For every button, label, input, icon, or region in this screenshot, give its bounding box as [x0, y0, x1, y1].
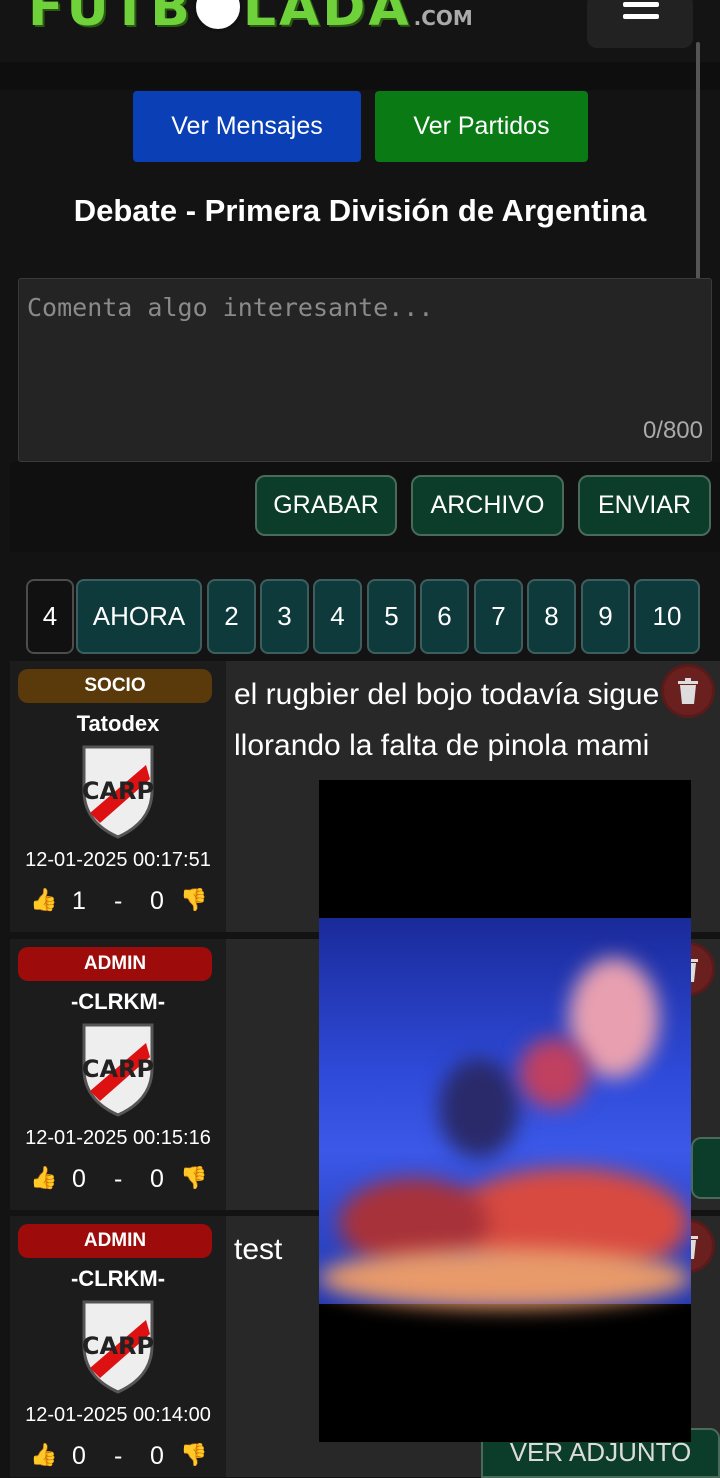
post-date: 12-01-2025 00:17:51: [25, 849, 211, 871]
page-button-10[interactable]: 10: [634, 579, 700, 654]
dislike-count: 0: [150, 1442, 164, 1470]
river-plate-crest-icon: CARP: [82, 745, 154, 839]
hamburger-icon: [623, 2, 659, 7]
post-author-panel: SOCIO Tatodex CARP 12-01-2025 00:17:51 👍…: [10, 661, 226, 932]
page-now-button[interactable]: AHORA: [76, 579, 202, 654]
vote-bar: 👍 0 - 0 👎: [30, 1442, 210, 1472]
role-badge: ADMIN: [18, 947, 212, 981]
svg-text:CARP: CARP: [82, 777, 154, 805]
page-button-7[interactable]: 7: [474, 579, 523, 654]
video-player[interactable]: [319, 780, 691, 1442]
role-badge: SOCIO: [18, 669, 212, 703]
page-button-5[interactable]: 5: [367, 579, 416, 654]
menu-button[interactable]: [587, 0, 693, 48]
river-plate-crest-icon: CARP: [82, 1300, 154, 1394]
record-button[interactable]: GRABAR: [255, 475, 397, 536]
post-author-panel: ADMIN -CLRKM- CARP 12-01-2025 00:14:00 👍…: [10, 1216, 226, 1477]
role-badge: ADMIN: [18, 1224, 212, 1258]
view-messages-button[interactable]: Ver Mensajes: [133, 91, 361, 162]
page-button-8[interactable]: 8: [527, 579, 576, 654]
like-count: 0: [72, 1165, 86, 1193]
view-matches-button[interactable]: Ver Partidos: [375, 91, 588, 162]
dislike-count: 0: [150, 1165, 164, 1193]
attachment-button-partial[interactable]: [691, 1137, 720, 1199]
like-count: 1: [72, 887, 86, 915]
dislike-count: 0: [150, 887, 164, 915]
page-button-2[interactable]: 2: [207, 579, 256, 654]
vote-bar: 👍 1 - 0 👎: [30, 887, 210, 917]
trash-icon: [678, 678, 698, 704]
page-button-9[interactable]: 9: [581, 579, 630, 654]
thumbs-down-icon[interactable]: 👎: [180, 887, 207, 913]
username[interactable]: Tatodex: [10, 711, 226, 737]
post-date: 12-01-2025 00:15:16: [25, 1127, 211, 1149]
svg-text:CARP: CARP: [82, 1055, 154, 1083]
svg-text:CARP: CARP: [82, 1332, 154, 1360]
vote-separator: -: [114, 1165, 123, 1193]
username[interactable]: -CLRKM-: [10, 1266, 226, 1292]
comment-placeholder: Comenta algo interesante...: [27, 293, 434, 322]
page-button-6[interactable]: 6: [420, 579, 469, 654]
post-author-panel: ADMIN -CLRKM- CARP 12-01-2025 00:15:16 👍…: [10, 939, 226, 1210]
thumbs-up-icon[interactable]: 👍: [30, 1165, 57, 1191]
thumbs-down-icon[interactable]: 👎: [180, 1165, 207, 1191]
send-button[interactable]: ENVIAR: [578, 475, 711, 536]
post-date: 12-01-2025 00:14:00: [25, 1404, 211, 1426]
attach-file-button[interactable]: ARCHIVO: [411, 475, 564, 536]
current-page-indicator: 4: [26, 579, 74, 654]
vote-separator: -: [114, 1442, 123, 1470]
river-plate-crest-icon: CARP: [82, 1023, 154, 1117]
site-header: FUTB LADA .COM: [0, 0, 720, 62]
page-button-3[interactable]: 3: [260, 579, 309, 654]
like-count: 0: [72, 1442, 86, 1470]
post-text: el rugbier del bojo todavía sigue lloran…: [234, 678, 660, 762]
header-divider: [0, 62, 720, 90]
thumbs-down-icon[interactable]: 👎: [180, 1442, 207, 1468]
vote-bar: 👍 0 - 0 👎: [30, 1165, 210, 1195]
thumbs-up-icon[interactable]: 👍: [30, 1442, 57, 1468]
comment-textarea[interactable]: Comenta algo interesante... 0/800: [18, 278, 712, 462]
site-logo[interactable]: FUTB LADA .COM: [28, 0, 473, 38]
video-frame: [319, 918, 691, 1308]
char-counter: 0/800: [642, 417, 703, 444]
page-title: Debate - Primera División de Argentina: [73, 193, 647, 228]
delete-button[interactable]: [661, 664, 715, 718]
username[interactable]: -CLRKM-: [10, 989, 226, 1015]
vote-separator: -: [114, 887, 123, 915]
page-button-4[interactable]: 4: [313, 579, 362, 654]
thumbs-up-icon[interactable]: 👍: [30, 887, 57, 913]
